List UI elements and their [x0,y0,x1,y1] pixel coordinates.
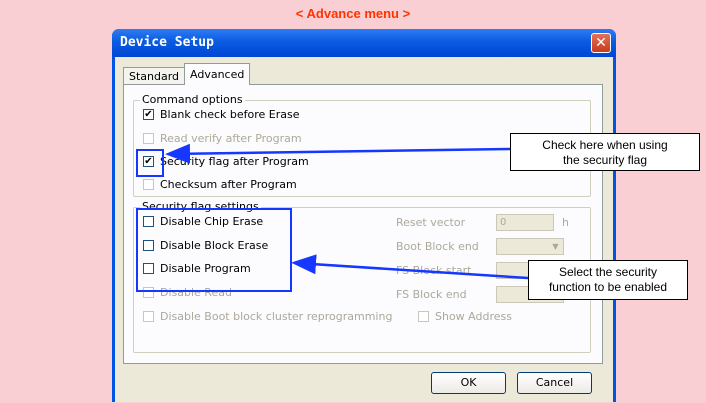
security-function-callout-line1: Select the security [558,265,658,279]
security-flag-arrow [165,143,511,164]
security-flag-callout: Check here when using the security flag [510,133,700,171]
tab-advanced[interactable]: Advanced [184,63,251,85]
security-function-callout-line2: function to be enabled [548,280,668,294]
security-flag-callout-line1: Check here when using [542,138,668,152]
security-function-arrow [291,254,529,280]
annotation-arrows [165,143,529,280]
security-function-callout: Select the security function to be enabl… [528,260,688,300]
security-flag-callout-line2: the security flag [562,153,648,167]
